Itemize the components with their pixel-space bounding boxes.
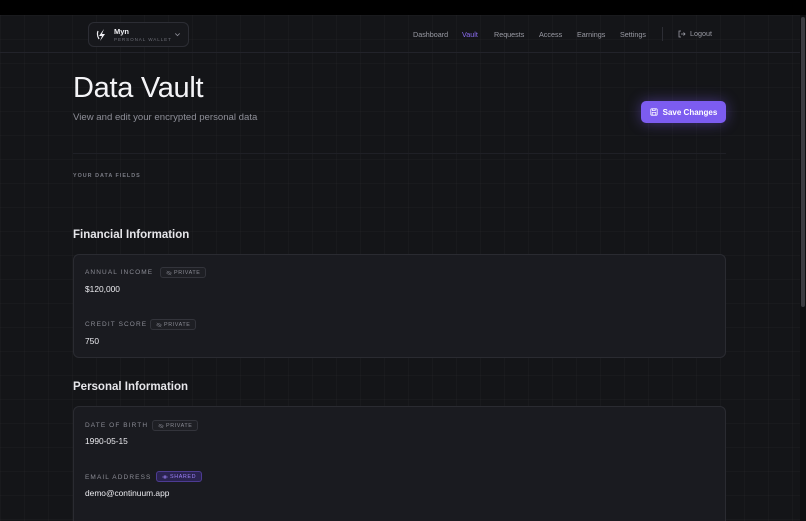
myn-logo-icon — [96, 29, 105, 41]
save-changes-button[interactable]: Save Changes — [641, 101, 726, 123]
financial-card: ANNUAL INCOME PRIVATE $120,000 CREDIT SC… — [73, 254, 726, 358]
field-value-email-address[interactable]: demo@continuum.app — [85, 488, 169, 498]
logout-button[interactable]: Logout — [678, 29, 712, 38]
chevron-down-icon — [175, 33, 180, 37]
nav-settings[interactable]: Settings — [620, 30, 646, 39]
field-label-date-of-birth: DATE OF BIRTH — [85, 422, 149, 429]
field-label-email-address: EMAIL ADDRESS — [85, 474, 152, 481]
app-window: Myn PERSONAL WALLET Dashboard Vault Requ… — [0, 15, 800, 521]
eye-off-icon — [158, 423, 164, 428]
privacy-badge-annual-income[interactable]: PRIVATE — [160, 267, 207, 278]
badge-label: SHARED — [170, 473, 197, 480]
field-label-credit-score: CREDIT SCORE — [85, 321, 148, 328]
personal-card: DATE OF BIRTH PRIVATE 1990-05-15 EMAIL A… — [73, 406, 726, 521]
nav-dashboard[interactable]: Dashboard — [413, 30, 448, 39]
top-strip — [0, 0, 806, 15]
brand-name: Myn — [114, 27, 129, 36]
badge-label: PRIVATE — [164, 321, 191, 328]
field-label-annual-income: ANNUAL INCOME — [85, 269, 154, 276]
header: Myn PERSONAL WALLET Dashboard Vault Requ… — [0, 15, 800, 53]
field-value-annual-income[interactable]: $120,000 — [85, 284, 120, 294]
privacy-badge-email-address[interactable]: SHARED — [156, 471, 203, 482]
data-fields-heading: YOUR DATA FIELDS — [73, 173, 141, 179]
privacy-badge-date-of-birth[interactable]: PRIVATE — [152, 420, 199, 431]
wallet-switcher[interactable]: Myn PERSONAL WALLET — [88, 22, 189, 47]
page-subtitle: View and edit your encrypted personal da… — [73, 112, 258, 123]
badge-label: PRIVATE — [166, 422, 193, 429]
privacy-badge-credit-score[interactable]: PRIVATE — [150, 319, 197, 330]
scrollbar-thumb[interactable] — [801, 17, 805, 307]
section-title-personal: Personal Information — [73, 381, 189, 393]
field-value-date-of-birth[interactable]: 1990-05-15 — [85, 436, 128, 446]
nav-divider — [662, 27, 663, 41]
eye-off-icon — [166, 270, 172, 275]
badge-label: PRIVATE — [174, 269, 201, 276]
logout-icon — [678, 30, 686, 37]
section-title-financial: Financial Information — [73, 229, 190, 241]
field-value-credit-score[interactable]: 750 — [85, 336, 99, 346]
save-changes-label: Save Changes — [662, 107, 718, 117]
brand-subtitle: PERSONAL WALLET — [114, 37, 172, 42]
nav-requests[interactable]: Requests — [494, 30, 524, 39]
page-scrollbar[interactable] — [800, 15, 806, 521]
nav-vault[interactable]: Vault — [462, 30, 478, 39]
page-title: Data Vault — [73, 72, 204, 104]
logout-label: Logout — [690, 29, 712, 38]
section-divider — [73, 153, 726, 154]
eye-icon — [162, 475, 168, 478]
eye-off-icon — [156, 322, 162, 327]
nav-access[interactable]: Access — [539, 30, 562, 39]
save-icon — [650, 108, 658, 116]
nav-earnings[interactable]: Earnings — [577, 30, 605, 39]
